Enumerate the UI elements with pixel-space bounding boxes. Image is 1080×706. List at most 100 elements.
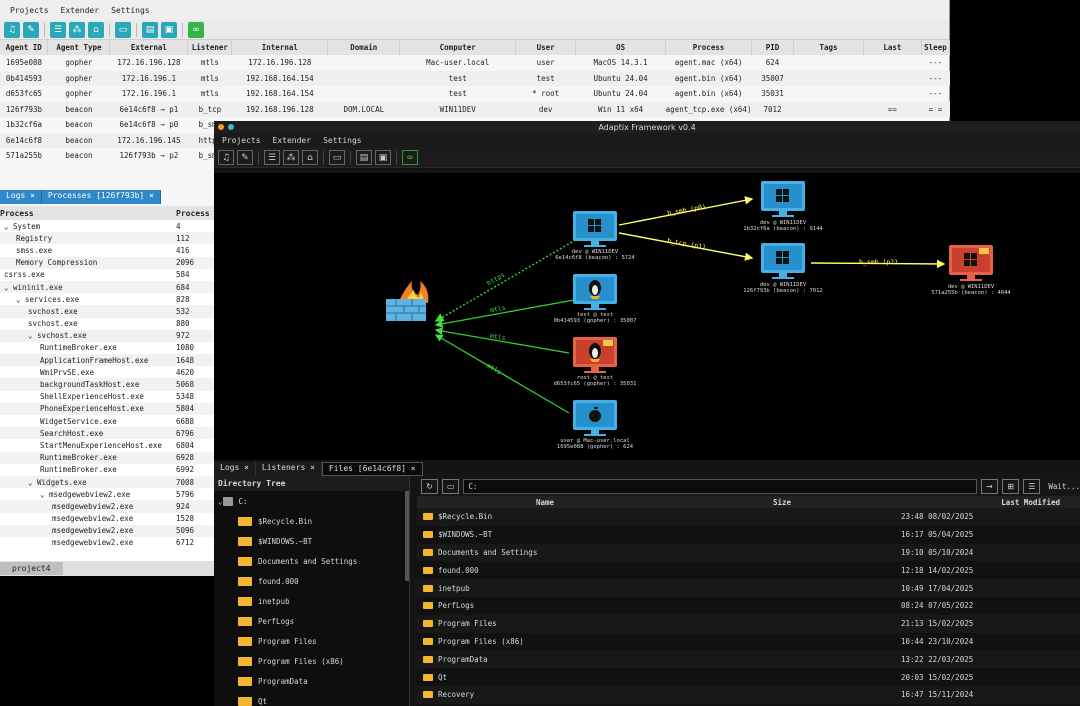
menu-projects[interactable]: Projects [222, 136, 261, 145]
process-row[interactable]: RuntimeBroker.exe 6992 [0, 464, 214, 476]
save-icon[interactable]: ▣ [161, 21, 177, 38]
process-row[interactable]: msedgewebview2.exe 924 [0, 500, 214, 513]
process-row[interactable]: msedgewebview2.exe 6712 [0, 537, 214, 549]
col-header[interactable]: Agent ID [0, 40, 49, 55]
tab-listeners[interactable]: Listeners × [256, 462, 322, 476]
document-icon[interactable]: ▤ [142, 21, 158, 38]
dir-item[interactable]: ProgramData [214, 671, 409, 691]
file-row[interactable]: Program Files (x86) 10:44 23/10/2024 [417, 633, 1080, 651]
graph-icon[interactable]: ⁂ [283, 150, 299, 165]
process-col-name[interactable]: Process [0, 209, 176, 218]
file-row[interactable]: ProgramData 13:22 22/03/2025 [417, 650, 1080, 669]
menu-settings[interactable]: Settings [111, 6, 150, 15]
process-row[interactable]: csrss.exe 584 [0, 269, 214, 281]
process-row[interactable]: PhoneExperienceHost.exe 5804 [0, 402, 214, 415]
process-row[interactable]: ⌄ System 4 [0, 220, 214, 232]
dir-item[interactable]: found.000 [214, 571, 409, 591]
path-input[interactable]: C: [463, 478, 977, 494]
file-row[interactable]: $WINDOWS.~BT 16:17 05/04/2025 [417, 526, 1080, 544]
process-row[interactable]: ⌄ services.exe 828 [0, 293, 214, 305]
link-icon[interactable]: ∞ [188, 21, 204, 38]
file-row[interactable]: $Recycle.Bin 23:48 08/02/2025 [417, 508, 1080, 526]
process-row[interactable]: svchost.exe 880 [0, 318, 214, 330]
tab-logs[interactable]: Logs × [214, 462, 256, 476]
process-row[interactable]: Memory Compression 2096 [0, 256, 214, 269]
project-tab[interactable]: project4 [0, 562, 63, 575]
process-row[interactable]: backgroundTaskHost.exe 5068 [0, 378, 214, 391]
process-row[interactable]: SearchHost.exe 6796 [0, 427, 214, 440]
process-row[interactable]: WidgetService.exe 6688 [0, 415, 214, 427]
dir-item[interactable]: inetpub [214, 591, 409, 611]
process-row[interactable]: smss.exe 416 [0, 244, 214, 256]
headphones-icon[interactable]: ♫ [218, 150, 234, 165]
dir-root[interactable]: ⌄ C: [214, 491, 409, 511]
document-icon[interactable]: ▤ [356, 150, 372, 165]
col-header[interactable]: OS [575, 40, 667, 55]
link-icon[interactable]: ∞ [402, 150, 418, 165]
save-icon[interactable]: ▣ [375, 150, 391, 165]
tab-files[interactable]: Files [6e14c6f8] × [321, 462, 423, 476]
col-header[interactable]: Process [665, 40, 753, 55]
process-row[interactable]: ⌄ msedgewebview2.exe 5796 [0, 488, 214, 500]
col-header[interactable]: PID [751, 40, 795, 55]
process-row[interactable]: ⌄ Widgets.exe 7008 [0, 475, 214, 489]
upload-icon[interactable]: ⊞ [1001, 478, 1020, 494]
graph-icon[interactable]: ⁂ [69, 21, 85, 38]
go-arrow-icon[interactable]: → [980, 478, 998, 494]
file-row[interactable]: PerfLogs 08:24 07/05/2022 [417, 597, 1080, 615]
process-row[interactable]: ShellExperienceHost.exe 5348 [0, 391, 214, 403]
menu-settings[interactable]: Settings [323, 136, 362, 145]
col-header[interactable]: Last [863, 40, 922, 55]
process-row[interactable]: msedgewebview2.exe 1528 [0, 513, 214, 525]
list-icon[interactable]: ☰ [264, 150, 280, 165]
list-icon[interactable]: ☰ [50, 21, 66, 38]
col-header[interactable]: Agent Type [47, 40, 111, 55]
file-row[interactable]: Recovery 16:47 15/11/2024 [417, 685, 1080, 704]
menu-extender[interactable]: Extender [273, 136, 312, 145]
process-row[interactable]: msedgewebview2.exe 5096 [0, 524, 214, 537]
folder-icon[interactable]: ▭ [442, 478, 460, 494]
process-row[interactable]: StartMenuExperienceHost.exe 6804 [0, 439, 214, 451]
file-row[interactable]: inetpub 10:49 17/04/2025 [417, 579, 1080, 597]
col-name[interactable]: Name [417, 498, 667, 507]
file-row[interactable]: Qt 20:03 15/02/2025 [417, 668, 1080, 686]
briefcase-icon[interactable]: ⌂ [302, 150, 318, 165]
dir-item[interactable]: Program Files (x86) [214, 651, 409, 671]
terminal-icon[interactable]: ▭ [115, 21, 131, 38]
dir-item[interactable]: Documents and Settings [214, 551, 409, 571]
process-row[interactable]: svchost.exe 532 [0, 305, 214, 318]
col-header[interactable]: Tags [793, 40, 864, 55]
col-header[interactable]: Computer [399, 40, 517, 55]
process-row[interactable]: ApplicationFrameHost.exe 1648 [0, 354, 214, 367]
list-icon[interactable]: ☰ [1023, 478, 1041, 494]
col-size[interactable]: Size [667, 498, 897, 507]
process-row[interactable]: ⌄ wininit.exe 684 [0, 280, 214, 294]
agent-row[interactable]: 1695e088 gopher 172.16.196.128 mtls 172.16.1… [0, 55, 950, 71]
edit-icon[interactable]: ✎ [237, 150, 253, 165]
process-row[interactable]: WmiPrvSE.exe 4620 [0, 366, 214, 378]
session-graph[interactable]: https mtls mtls mtls b_smb (p0) b_tcp (p… [214, 173, 1080, 460]
process-row[interactable]: ⌄ svchost.exe 972 [0, 329, 214, 342]
process-row[interactable]: Registry 112 [0, 232, 214, 245]
col-header[interactable]: External [109, 40, 189, 55]
process-col-pid[interactable]: Process [176, 209, 214, 218]
agent-row[interactable]: d653fc65 gopher 172.16.196.1 mtls 192.168.16… [0, 86, 950, 102]
terminal-icon[interactable]: ▭ [329, 150, 345, 165]
col-modified[interactable]: Last Modified [897, 498, 1080, 507]
file-row[interactable]: Program Files 21:13 15/02/2025 [417, 614, 1080, 633]
col-header[interactable]: Sleep [921, 40, 951, 55]
dir-item[interactable]: $WINDOWS.~BT [214, 531, 409, 551]
refresh-icon[interactable]: ↻ [421, 478, 439, 494]
tree-scrollbar[interactable] [405, 491, 409, 581]
col-header[interactable]: Internal [231, 40, 329, 55]
dir-item[interactable]: $Recycle.Bin [214, 511, 409, 531]
process-row[interactable]: RuntimeBroker.exe 6928 [0, 451, 214, 464]
agent-row[interactable]: 126f793b beacon 6e14c6f8 → p1 b_tcp 192.168.… [0, 101, 950, 117]
dir-item[interactable]: Qt [214, 691, 409, 706]
col-header[interactable]: User [515, 40, 577, 55]
file-row[interactable]: found.000 12:18 14/02/2025 [417, 561, 1080, 579]
tab-processes[interactable]: Processes [126f793b] × [42, 190, 161, 204]
menu-projects[interactable]: Projects [10, 6, 49, 15]
briefcase-icon[interactable]: ⌂ [88, 21, 104, 38]
headphones-icon[interactable]: ♫ [4, 21, 20, 38]
